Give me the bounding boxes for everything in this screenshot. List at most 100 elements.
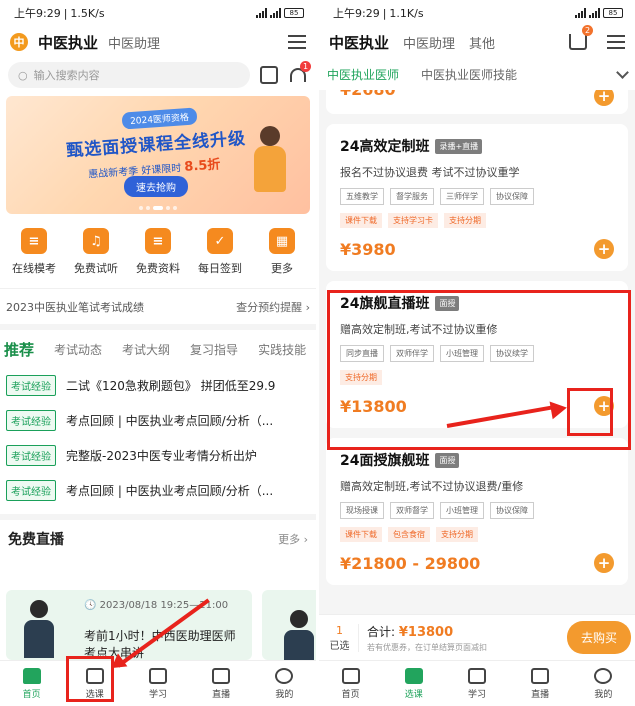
nav-courses[interactable]: 选课: [389, 667, 439, 700]
list-item[interactable]: 考试经验 考点回顾 | 中医执业考点回顾/分析（...: [6, 473, 310, 508]
cart-icon[interactable]: 2: [569, 25, 593, 50]
signal-icon: [256, 8, 267, 18]
notice-action-link[interactable]: 查分预约提醒 ›: [236, 299, 310, 315]
signal-icon-2: [270, 8, 281, 18]
promo-banner[interactable]: 2024医师资格 甄选面授课程全线升级 惠战新考季 好课限时 8.5折 速去抢购: [6, 96, 310, 214]
free-live-more-link[interactable]: 更多 ›: [278, 531, 308, 547]
nav-mine[interactable]: 我的: [259, 667, 309, 700]
tab-recommend[interactable]: 推荐: [4, 339, 34, 360]
chevron-down-icon[interactable]: [616, 65, 629, 79]
document-icon: ≡: [145, 228, 171, 254]
news-badge: 考试经验: [6, 445, 56, 466]
status-time: 上午9:29: [333, 7, 380, 20]
quick-action-free-material[interactable]: ≡ 免费资料: [128, 228, 188, 276]
product-price: ¥3980: [340, 240, 396, 259]
menu-icon[interactable]: [607, 35, 625, 49]
tab-syllabus[interactable]: 考试大纲: [122, 341, 170, 358]
quick-action-free-trial[interactable]: ♫ 免费试听: [66, 228, 126, 276]
tv-icon: [212, 667, 231, 684]
news-title: 完整版-2023中医专业考情分析出炉: [66, 449, 257, 463]
category-assistant[interactable]: 中医助理: [403, 33, 455, 52]
battery-icon: 85: [603, 8, 623, 18]
coupon-note: 若有优惠券，在订单结算页面减扣: [367, 642, 487, 652]
product-tags: 五维教学 督学服务 三师伴学 协议保障: [340, 188, 614, 205]
search-row: ○ 输入搜索内容 1: [0, 58, 316, 92]
add-to-cart-button[interactable]: +: [594, 90, 614, 106]
app-logo-icon: 中: [10, 33, 28, 51]
quick-action-mock-exam[interactable]: ≡ 在线模考: [4, 228, 64, 276]
customer-service-icon[interactable]: 1: [288, 61, 311, 84]
checkin-icon: ✓: [207, 228, 233, 254]
news-title: 二试《120急救刷题包》 拼团低至29.9: [66, 379, 276, 393]
battery-icon: 85: [284, 8, 304, 18]
exam-switch-inactive[interactable]: 中医助理: [108, 33, 160, 52]
live-card-partial[interactable]: [262, 590, 316, 660]
cart-badge: 2: [582, 25, 593, 36]
nav-home[interactable]: 首页: [7, 667, 57, 700]
nav-mine[interactable]: 我的: [578, 667, 628, 700]
product-desc: 赠高效定制班,考试不过协议退费/重修: [340, 480, 524, 493]
tab-practical-skills[interactable]: 实践技能: [258, 341, 306, 358]
search-placeholder: 输入搜索内容: [33, 69, 100, 82]
nav-study[interactable]: 学习: [133, 667, 183, 700]
message-badge: 1: [300, 61, 311, 72]
tab-exam-news[interactable]: 考试动态: [54, 341, 102, 358]
category-other[interactable]: 其他: [469, 33, 495, 52]
news-badge: 考试经验: [6, 375, 56, 396]
menu-icon[interactable]: [288, 35, 306, 49]
list-item[interactable]: 考试经验 二试《120急救刷题包》 拼团低至29.9: [6, 368, 310, 403]
search-input[interactable]: ○ 输入搜索内容: [8, 62, 250, 88]
add-to-cart-button[interactable]: +: [594, 239, 614, 259]
bottom-nav: 首页 选课 学习 直播 我的: [0, 660, 316, 706]
mock-exam-icon: ≡: [21, 228, 47, 254]
nav-live[interactable]: 直播: [196, 667, 246, 700]
home-screen: 上午9:29 | 1.5K/s 85 中 中医执业 中医助理 ○ 输入搜索内容: [0, 0, 316, 706]
product-card[interactable]: ¥2680 +: [326, 90, 628, 114]
news-list: 考试经验 二试《120急救刷题包》 拼团低至29.9 考试经验 考点回顾 | 中医执…: [0, 368, 316, 508]
list-item[interactable]: 考试经验 完整版-2023中医专业考情分析出炉: [6, 438, 310, 473]
quick-action-more[interactable]: ▦ 更多: [252, 228, 312, 276]
selected-count[interactable]: 1 已选: [327, 623, 359, 652]
category-active[interactable]: 中医执业: [329, 32, 389, 53]
tab-review-guide[interactable]: 复习指导: [190, 341, 238, 358]
search-icon: ○: [18, 68, 28, 82]
bottom-nav: 首页 选课 学习 直播 我的: [319, 660, 635, 706]
product-card[interactable]: 24面授旗舰班 面授 赠高效定制班,考试不过协议退费/重修 现场授课 双师督学 小班管…: [326, 438, 628, 585]
home-icon: [22, 667, 41, 684]
banner-illustration: [246, 126, 296, 206]
buy-button[interactable]: 去购买: [566, 621, 631, 654]
status-bar: 上午9:29 | 1.1K/s 85: [319, 0, 635, 26]
lecturer-avatar: [24, 600, 54, 660]
banner-cta-button[interactable]: 速去抢购: [124, 176, 188, 197]
news-badge: 考试经验: [6, 410, 56, 431]
add-to-cart-button[interactable]: +: [594, 553, 614, 573]
product-tags: 现场授课 双师督学 小班管理 协议保障: [340, 502, 614, 519]
quick-actions: ≡ 在线模考 ♫ 免费试听 ≡ 免费资料 ✓ 每日签到 ▦ 更多: [0, 214, 316, 276]
list-item[interactable]: 考试经验 考点回顾 | 中医执业考点回顾/分析（...: [6, 403, 310, 438]
course-select-icon: [404, 667, 423, 684]
quick-action-checkin[interactable]: ✓ 每日签到: [190, 228, 250, 276]
news-badge: 考试经验: [6, 480, 56, 501]
banner-tag: 2024医师资格: [121, 107, 198, 130]
exam-switch-active[interactable]: 中医执业: [38, 32, 98, 53]
status-bar: 上午9:29 | 1.5K/s 85: [0, 0, 316, 26]
product-desc: 报名不过协议退费 考试不过协议重学: [340, 166, 520, 179]
course-header: 中医执业 中医助理 其他 2: [319, 25, 635, 58]
notice-text: 2023中医执业笔试考试成绩: [6, 300, 144, 314]
product-features: 课件下载 支持学习卡 支持分期: [340, 213, 614, 228]
product-features: 课件下载 包含食宿 支持分期: [340, 527, 614, 542]
study-icon: [148, 667, 167, 684]
product-card[interactable]: 24高效定制班 录播+直播 报名不过协议退费 考试不过协议重学 五维教学 督学服务三…: [326, 124, 628, 271]
nav-study[interactable]: 学习: [452, 667, 502, 700]
annotation-arrowhead: [549, 398, 569, 420]
more-grid-icon: ▦: [269, 228, 295, 254]
profile-icon: [594, 667, 613, 684]
subtab-physician-skills[interactable]: 中医执业医师技能: [421, 66, 517, 83]
scan-icon[interactable]: [260, 66, 278, 84]
score-notice[interactable]: 2023中医执业笔试考试成绩 查分预约提醒 ›: [0, 288, 316, 330]
nav-home[interactable]: 首页: [326, 667, 376, 700]
live-card[interactable]: 🕓 2023/08/18 19:25—21:00 考前1小时！中西医助理医师考点…: [6, 590, 252, 660]
nav-live[interactable]: 直播: [515, 667, 565, 700]
status-time: 上午9:29: [14, 7, 61, 20]
subtab-physician[interactable]: 中医执业医师: [327, 66, 399, 83]
